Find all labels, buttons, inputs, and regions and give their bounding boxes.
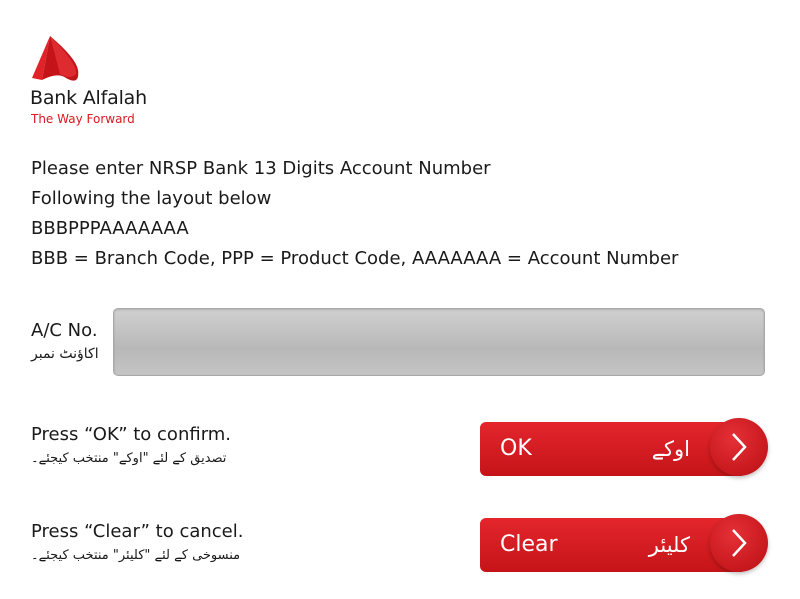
instruction-line: Following the layout below <box>31 188 272 209</box>
bank-alfalah-logo-icon <box>32 36 79 81</box>
clear-button-label: Clear <box>500 532 558 557</box>
instructions: Please enter NRSP Bank 13 Digits Account… <box>31 154 678 274</box>
account-number-input[interactable] <box>113 308 765 376</box>
cancel-prompt-urdu: منسوخی کے لئے "کلیئر" منتخب کیجئے۔ <box>31 548 241 563</box>
brand-tagline: The Way Forward <box>31 112 135 126</box>
brand-name: Bank Alfalah <box>30 87 147 109</box>
instruction-line: BBBPPPAAAAAAA <box>31 218 189 239</box>
instruction-line: Please enter NRSP Bank 13 Digits Account… <box>31 158 491 179</box>
clear-button-label-urdu: کلیئر <box>648 533 690 557</box>
ok-button-label: OK <box>500 436 532 461</box>
instruction-line: BBB = Branch Code, PPP = Product Code, A… <box>31 248 679 269</box>
chevron-right-icon <box>710 418 768 476</box>
account-number-label-urdu: اکاؤنٹ نمبر <box>31 346 99 362</box>
cancel-prompt: Press “Clear” to cancel. <box>31 521 244 542</box>
confirm-prompt-urdu: تصدیق کے لئے "اوکے" منتخب کیجئے۔ <box>31 451 227 466</box>
account-number-label: A/C No. <box>31 320 98 341</box>
clear-button[interactable]: Clear کلیئر <box>480 514 768 572</box>
ok-button-label-urdu: اوکے <box>651 437 690 461</box>
confirm-prompt: Press “OK” to confirm. <box>31 424 232 445</box>
ok-button[interactable]: OK اوکے <box>480 418 768 476</box>
chevron-right-icon <box>710 514 768 572</box>
